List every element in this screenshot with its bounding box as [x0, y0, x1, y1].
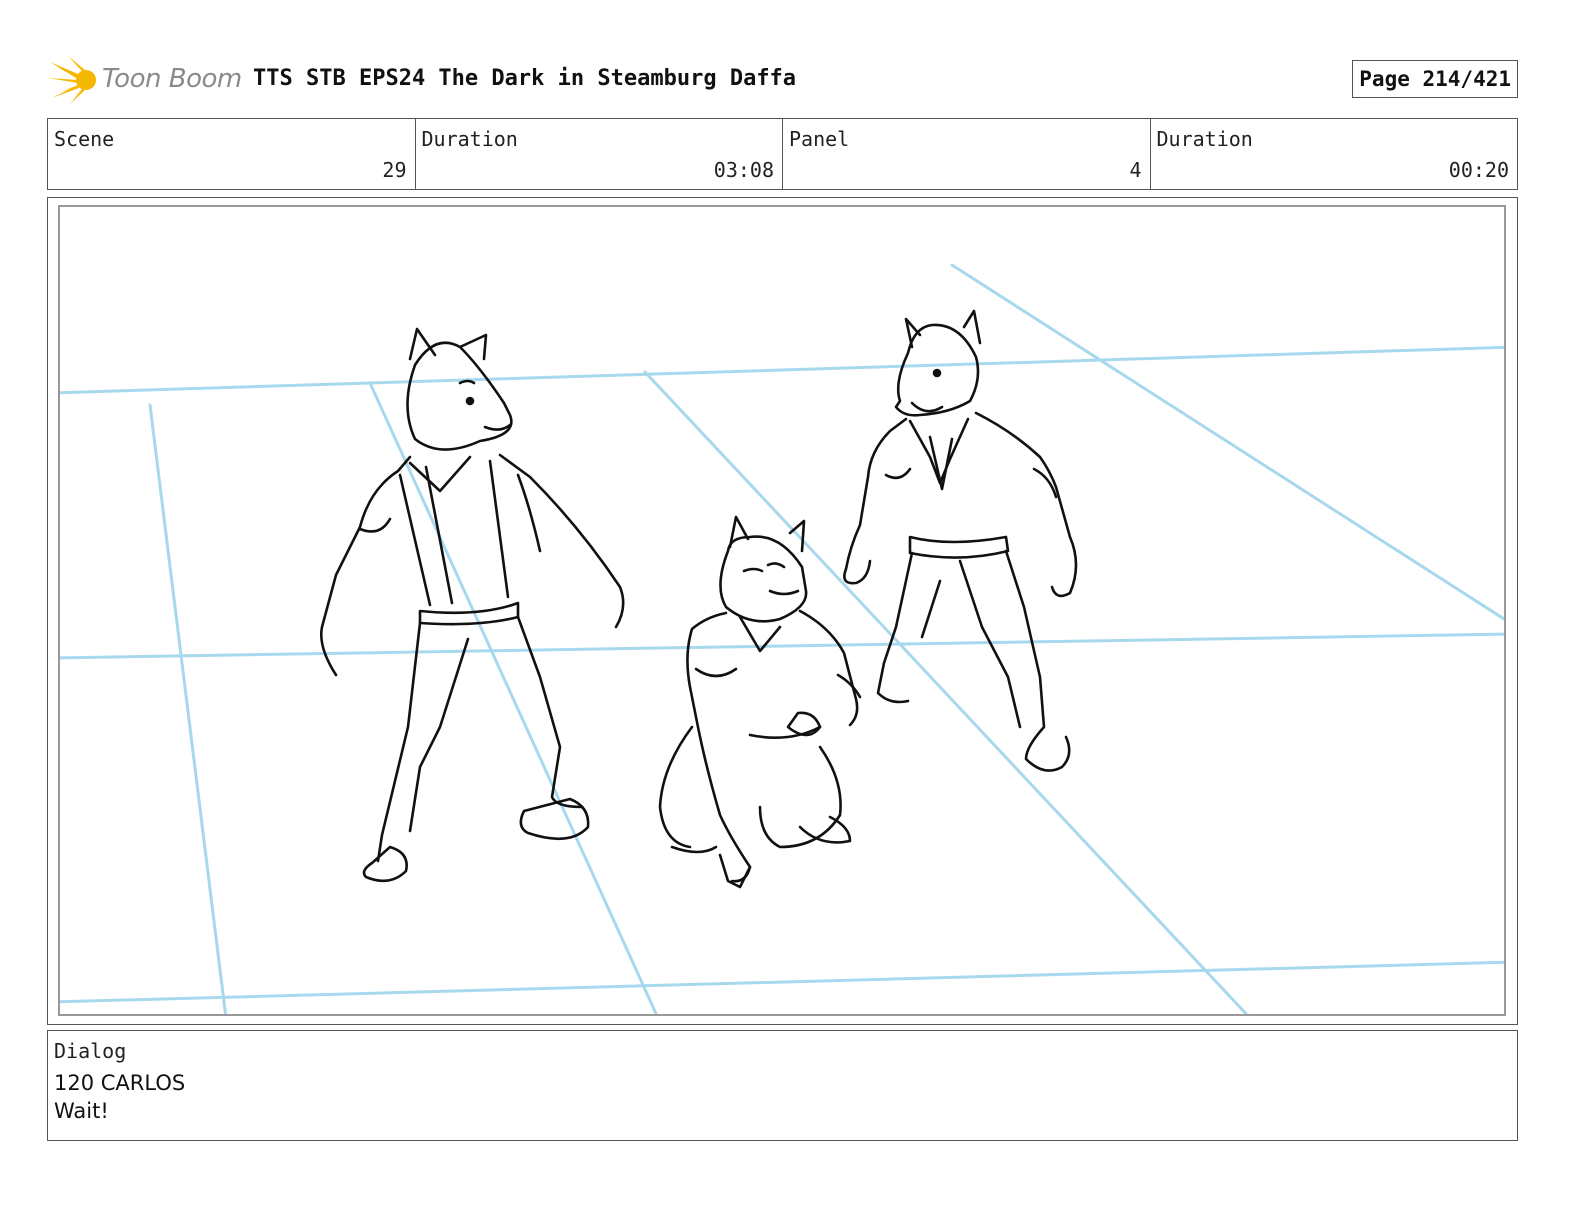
- character-right: [843, 309, 1078, 772]
- scene-duration-cell: Duration 03:08: [416, 119, 783, 189]
- panel-duration-value: 00:20: [1448, 158, 1509, 182]
- scene-cell: Scene 29: [48, 119, 416, 189]
- dialog-speaker: 120 CARLOS: [54, 1071, 186, 1095]
- page-counter: Page 214/421: [1352, 60, 1518, 98]
- toon-boom-logo: Toon Boom: [48, 56, 242, 104]
- page-header: Toon Boom TTS STB EPS24 The Dark in Stea…: [48, 56, 1518, 104]
- dialog-box: Dialog 120 CARLOS Wait!: [47, 1030, 1518, 1141]
- panel-number: 4: [1129, 158, 1142, 182]
- scene-label: Scene: [54, 127, 115, 151]
- storyboard-panel-image: [58, 205, 1506, 1016]
- panel-duration-cell: Duration 00:20: [1151, 119, 1518, 189]
- dialog-text: Wait!: [54, 1099, 109, 1123]
- storyboard-panel-frame: [47, 197, 1518, 1025]
- dialog-label: Dialog: [54, 1039, 127, 1063]
- logo-text: Toon Boom: [102, 64, 242, 94]
- panel-label: Panel: [789, 127, 850, 151]
- storyboard-sketch: [60, 263, 1504, 1014]
- scene-duration-value: 03:08: [713, 158, 774, 182]
- scene-number: 29: [382, 158, 407, 182]
- document-title: TTS STB EPS24 The Dark in Steamburg Daff…: [253, 66, 797, 91]
- sunburst-icon: [48, 56, 96, 104]
- scene-info-table: Scene 29 Duration 03:08 Panel 4 Duration…: [47, 118, 1518, 190]
- panel-cell: Panel 4: [783, 119, 1151, 189]
- panel-duration-label: Duration: [1156, 127, 1253, 151]
- perspective-guides: [60, 263, 1504, 1014]
- character-middle: [658, 515, 862, 889]
- scene-duration-label: Duration: [421, 127, 518, 151]
